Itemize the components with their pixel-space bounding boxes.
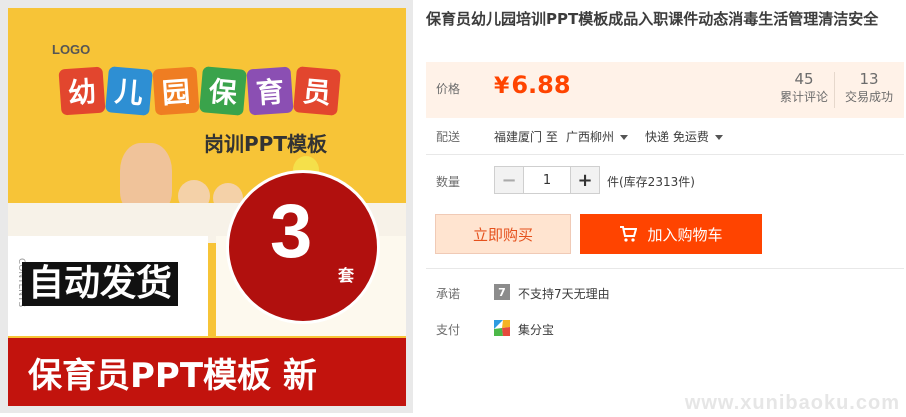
- currency-symbol: ¥: [494, 74, 510, 99]
- payment-text: 集分宝: [518, 323, 555, 337]
- price-panel: 价格 ¥6.88 45 累计评论 13 交易成功: [426, 62, 904, 118]
- price-value-wrap: ¥6.88: [494, 71, 571, 99]
- quantity-decrease-button[interactable]: −: [495, 167, 523, 193]
- image-title-tile: 员: [293, 66, 341, 116]
- site-watermark: www.xunibaoku.com: [684, 392, 900, 414]
- add-to-cart-label: 加入购物车: [647, 225, 723, 244]
- product-image-frame: LOGO 幼儿园保育员 岗训PPT模板 CONTENTS 3 套 自动发货 保育…: [0, 0, 413, 413]
- image-title-tiles: 幼儿园保育员: [58, 66, 341, 116]
- deals-label: 交易成功: [844, 90, 893, 104]
- promise-label: 承诺: [436, 287, 461, 301]
- chevron-down-icon: [620, 135, 629, 140]
- add-to-cart-button[interactable]: 加入购物车: [580, 214, 762, 254]
- stat-divider: [834, 72, 835, 108]
- shipping-destination-value: 广西柳州: [566, 130, 615, 144]
- image-title-tile: 育: [246, 66, 294, 116]
- shipping-method-value: 快递 免运费: [645, 130, 709, 144]
- price-value: 6.88: [511, 71, 571, 99]
- quantity-stepper: − +: [494, 166, 600, 194]
- auto-delivery-badge: 自动发货: [22, 262, 179, 306]
- shipping-method-select[interactable]: 快递 免运费: [645, 128, 723, 145]
- stock-text: 件(库存2313件): [607, 175, 695, 189]
- set-count-number: 3: [270, 189, 313, 274]
- product-detail-page: LOGO 幼儿园保育员 岗训PPT模板 CONTENTS 3 套 自动发货 保育…: [0, 0, 906, 417]
- payment-label: 支付: [436, 323, 461, 337]
- reviews-count: 45: [794, 70, 814, 88]
- deals-count: 13: [859, 70, 879, 88]
- promise-text[interactable]: 不支持7天无理由: [518, 285, 610, 302]
- image-logo-text: LOGO: [52, 42, 91, 57]
- section-divider: [426, 268, 904, 269]
- shipping-from: 福建厦门 至: [494, 130, 558, 144]
- reviews-stat[interactable]: 45 累计评论: [775, 70, 833, 106]
- image-title-tile: 园: [152, 66, 200, 116]
- section-divider: [426, 154, 904, 155]
- reviews-label: 累计评论: [779, 90, 828, 104]
- image-title-tile: 儿: [105, 66, 153, 116]
- product-title: 保育员幼儿园培训PPT模板成品入职课件动态消毒生活管理清洁安全: [426, 10, 879, 28]
- product-main-image[interactable]: LOGO 幼儿园保育员 岗训PPT模板 CONTENTS 3 套 自动发货 保育…: [8, 8, 406, 406]
- chevron-down-icon: [714, 135, 723, 140]
- shipping-label: 配送: [436, 130, 461, 144]
- image-title-tile: 幼: [58, 66, 106, 116]
- deals-stat: 13 交易成功: [840, 70, 898, 106]
- buy-now-button[interactable]: 立即购买: [435, 214, 571, 254]
- jifenbao-icon: [494, 320, 510, 336]
- no-return-icon: 7: [494, 284, 510, 300]
- set-count-unit: 套: [338, 266, 355, 285]
- shopping-cart-icon: [620, 226, 638, 242]
- shipping-destination-select[interactable]: 广西柳州: [566, 128, 629, 145]
- image-title-tile: 保: [199, 66, 247, 116]
- quantity-label: 数量: [436, 175, 461, 189]
- image-bottom-banner: 保育员PPT模板 新: [8, 338, 406, 406]
- price-label: 价格: [436, 82, 461, 96]
- quantity-input[interactable]: [523, 167, 571, 193]
- image-subtitle: 岗训PPT模板: [204, 132, 327, 156]
- quantity-increase-button[interactable]: +: [571, 167, 599, 193]
